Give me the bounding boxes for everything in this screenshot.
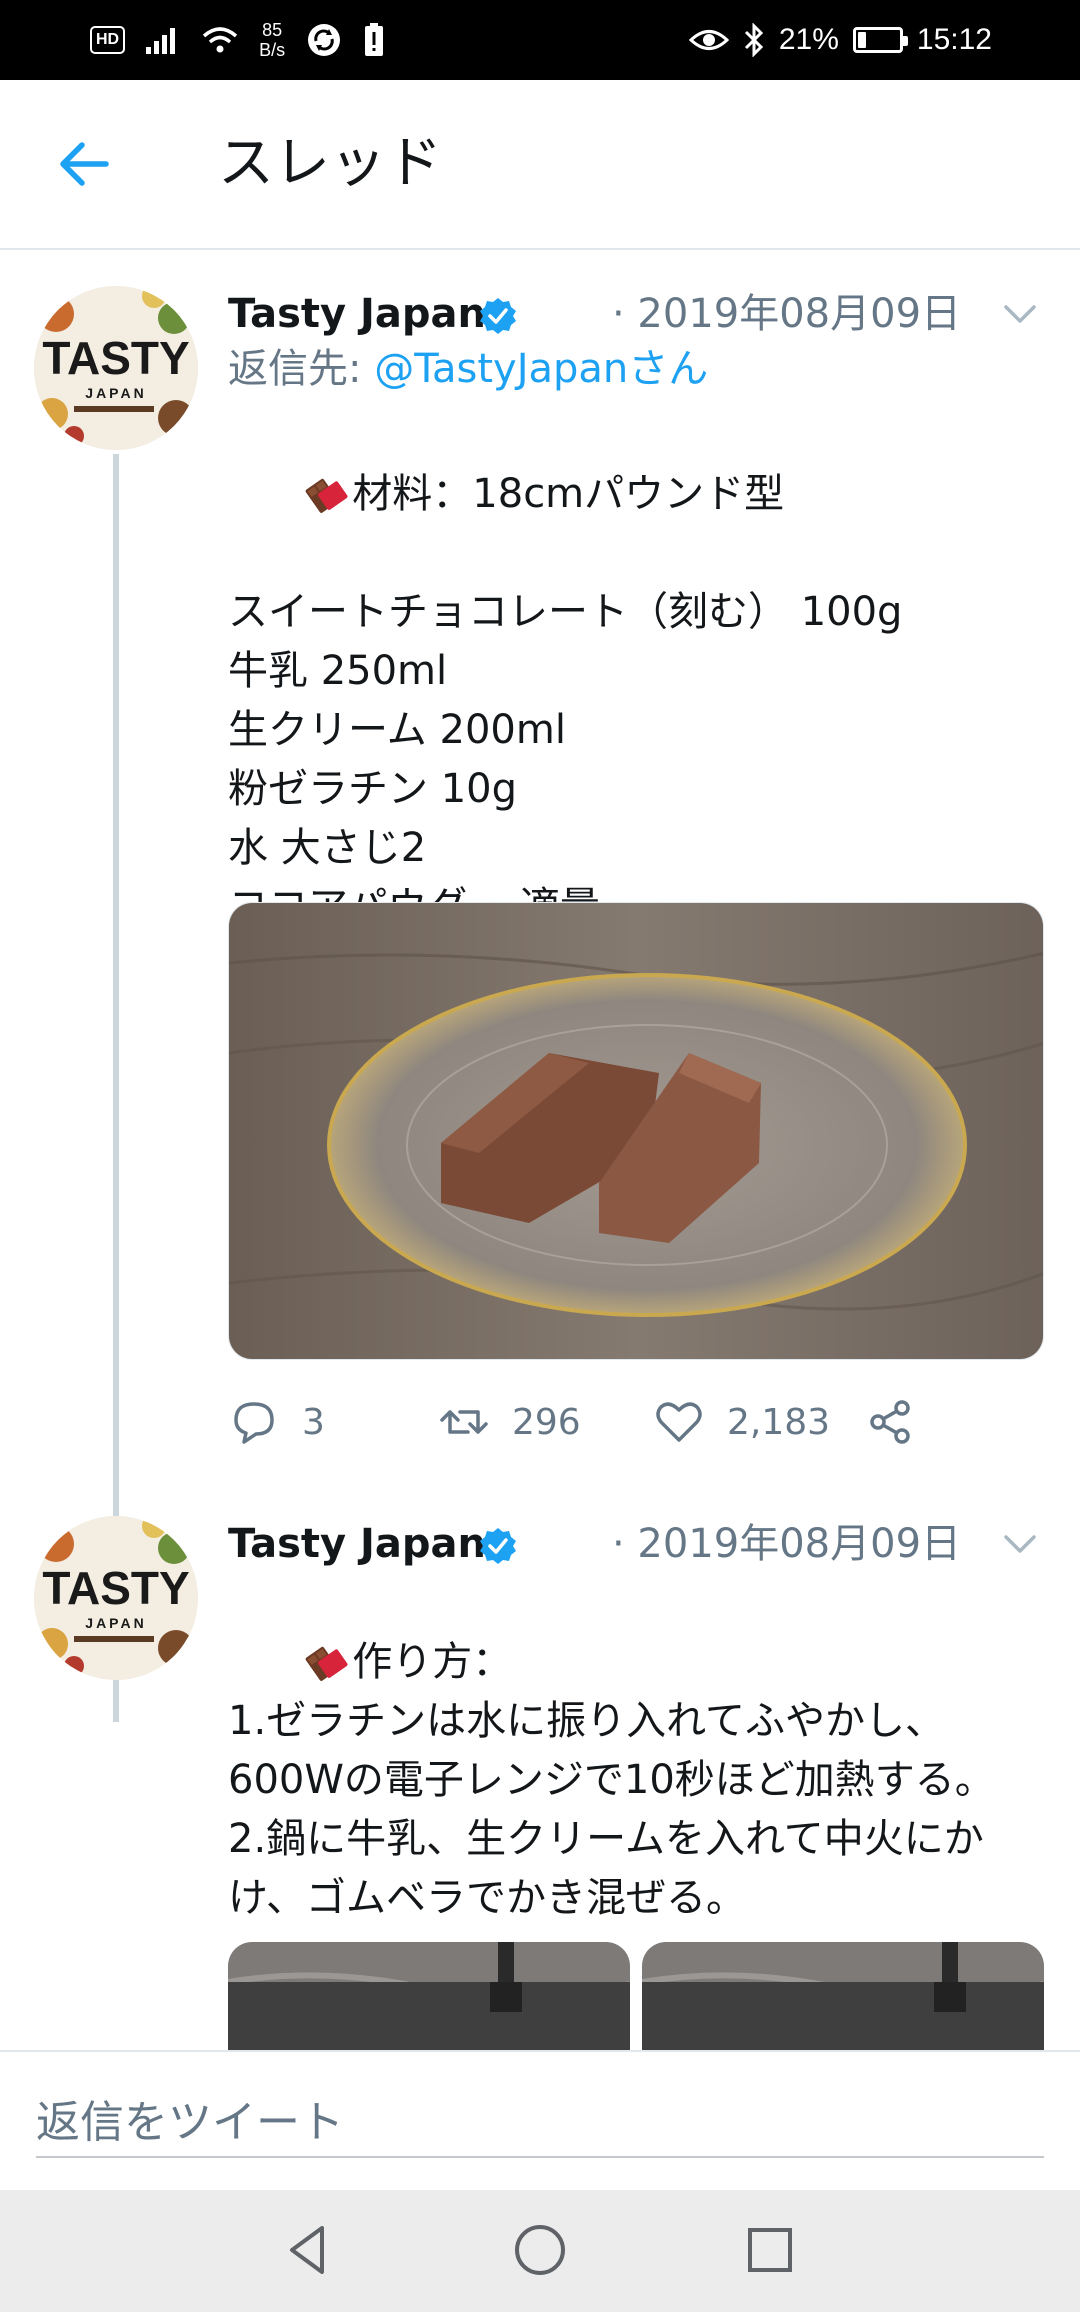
network-speed: 85 B/s bbox=[259, 20, 285, 60]
battery-percent: 21% bbox=[778, 23, 839, 56]
tweet-date[interactable]: · 2019年08月09日 bbox=[612, 290, 961, 338]
avatar[interactable]: TASTY JAPAN bbox=[34, 286, 198, 450]
svg-text:TASTY: TASTY bbox=[42, 332, 189, 384]
home-circle-icon[interactable] bbox=[510, 2220, 570, 2280]
clock: 15:12 bbox=[916, 23, 992, 56]
recents-square-icon[interactable] bbox=[740, 2220, 800, 2280]
retweet-button[interactable]: 296 bbox=[438, 1392, 581, 1452]
cooking-photo bbox=[642, 1942, 1044, 2050]
share-button[interactable] bbox=[864, 1392, 916, 1452]
back-arrow-icon[interactable] bbox=[52, 132, 116, 196]
reply-button[interactable]: 3 bbox=[228, 1392, 325, 1452]
hd-badge: HD bbox=[90, 26, 126, 54]
eye-comfort-icon bbox=[688, 30, 729, 50]
tweet-photo[interactable] bbox=[228, 902, 1044, 1360]
speed-value: 85 bbox=[262, 20, 283, 40]
tasty-japan-logo: TASTY JAPAN bbox=[34, 286, 198, 450]
svg-text:JAPAN: JAPAN bbox=[85, 385, 146, 401]
cooking-photo bbox=[228, 1942, 630, 2050]
tweet-date[interactable]: · 2019年08月09日 bbox=[612, 1520, 961, 1568]
tweet-photo[interactable] bbox=[228, 1942, 630, 2050]
retweet-icon bbox=[440, 1410, 488, 1434]
battery-alert-icon bbox=[365, 23, 384, 56]
app-header: スレッド bbox=[0, 80, 1080, 250]
reply-input[interactable]: 返信をツイート bbox=[36, 2088, 1044, 2158]
retweet-count: 296 bbox=[512, 1401, 581, 1443]
like-count: 2,183 bbox=[727, 1401, 831, 1443]
verified-badge-icon bbox=[480, 298, 516, 334]
reply-icon bbox=[234, 1402, 274, 1444]
heart-icon bbox=[656, 1402, 702, 1442]
reply-composer-bar: 返信をツイート bbox=[0, 2050, 1080, 2190]
svg-text:TASTY: TASTY bbox=[42, 1562, 189, 1614]
reply-to-handle[interactable]: @TastyJapanさん bbox=[374, 346, 708, 392]
bluetooth-icon bbox=[744, 23, 763, 57]
author-name[interactable]: Tasty Japan bbox=[228, 1520, 486, 1568]
back-triangle-icon[interactable] bbox=[278, 2220, 338, 2280]
tasty-japan-logo: TASTY JAPAN bbox=[34, 1516, 198, 1680]
status-bar: HD 85 B/s 21% 15:12 bbox=[0, 0, 1080, 80]
reply-to-line: 返信先: @TastyJapanさん bbox=[228, 344, 708, 394]
tweet-actions: 3 296 2,183 bbox=[228, 1392, 1048, 1452]
svg-text:JAPAN: JAPAN bbox=[85, 1615, 146, 1631]
chevron-down-icon[interactable] bbox=[1000, 294, 1040, 334]
signal-icon bbox=[146, 28, 176, 54]
tweet-text: 作り方： 1.ゼラチンは水に振り入れてふやかし、600Wの電子レンジで10秒ほど… bbox=[228, 1574, 1048, 1987]
share-icon bbox=[870, 1400, 910, 1444]
battery-icon bbox=[852, 27, 908, 53]
reply-to-label: 返信先: bbox=[228, 346, 375, 392]
wifi-icon bbox=[202, 27, 238, 53]
reply-count: 3 bbox=[302, 1401, 325, 1443]
thread-timeline[interactable]: TASTY JAPAN Tasty Japan · 2019年08月09日 返信… bbox=[0, 252, 1080, 2050]
avatar[interactable]: TASTY JAPAN bbox=[34, 1516, 198, 1680]
like-button[interactable]: 2,183 bbox=[653, 1392, 830, 1452]
author-name[interactable]: Tasty Japan bbox=[228, 290, 486, 338]
sync-icon bbox=[308, 24, 341, 56]
chocolate-bar-icon bbox=[305, 1646, 348, 1681]
chevron-down-icon[interactable] bbox=[1000, 1524, 1040, 1564]
chocolate-bar-icon bbox=[305, 478, 348, 513]
verified-badge-icon bbox=[480, 1528, 516, 1564]
system-nav-bar bbox=[0, 2190, 1080, 2312]
tweet-photo[interactable] bbox=[642, 1942, 1044, 2050]
speed-unit: B/s bbox=[259, 40, 286, 60]
tweet-text-content: 材料：18cmパウンド型 スイートチョコレート（刻む） 100g 牛乳 250m… bbox=[228, 471, 903, 930]
chocolate-cake-photo bbox=[229, 903, 1043, 1359]
page-title: スレッド bbox=[218, 131, 442, 196]
